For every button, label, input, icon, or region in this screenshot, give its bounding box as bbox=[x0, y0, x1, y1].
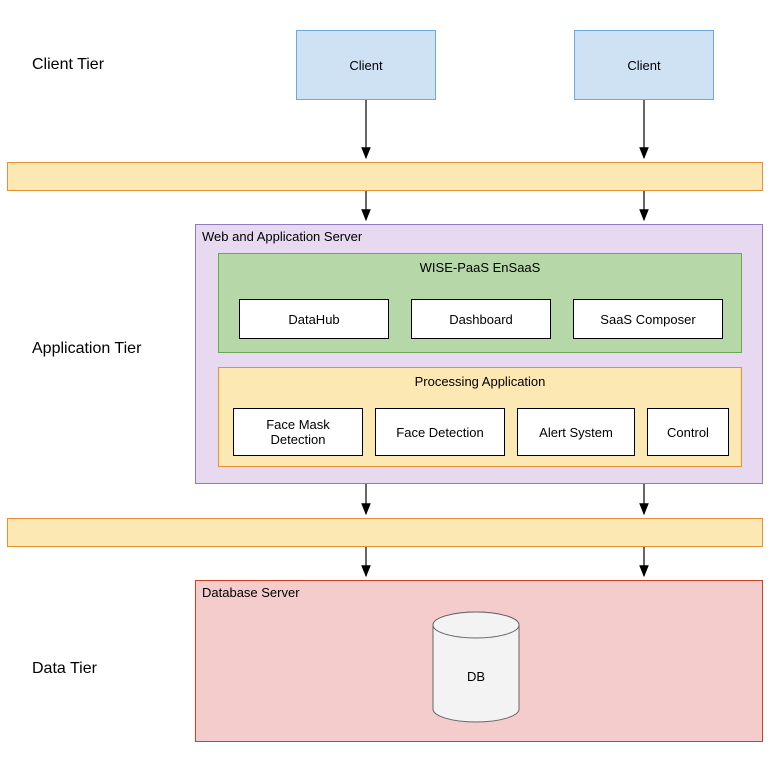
processing-item-alert-label: Alert System bbox=[539, 425, 613, 440]
connector-bar-1 bbox=[7, 162, 763, 191]
database-server-container: Database Server DB bbox=[195, 580, 763, 742]
connector-bar-2 bbox=[7, 518, 763, 547]
tier-label-data: Data Tier bbox=[32, 660, 97, 678]
ensaas-item-dashboard: Dashboard bbox=[411, 299, 551, 339]
processing-container: Processing Application Face Mask Detecti… bbox=[218, 367, 742, 467]
processing-item-face-detection-label: Face Detection bbox=[396, 425, 483, 440]
processing-item-control: Control bbox=[647, 408, 729, 456]
processing-item-alert: Alert System bbox=[517, 408, 635, 456]
processing-title: Processing Application bbox=[219, 374, 741, 389]
tier-label-client: Client Tier bbox=[32, 56, 104, 74]
processing-item-face-mask: Face Mask Detection bbox=[233, 408, 363, 456]
web-app-server-container: Web and Application Server WISE-PaaS EnS… bbox=[195, 224, 763, 484]
client-box-1: Client bbox=[296, 30, 436, 100]
client-box-1-label: Client bbox=[349, 58, 382, 73]
ensaas-item-datahub-label: DataHub bbox=[288, 312, 339, 327]
web-app-server-title: Web and Application Server bbox=[202, 229, 362, 244]
processing-item-control-label: Control bbox=[667, 425, 709, 440]
db-label: DB bbox=[431, 669, 521, 684]
ensaas-item-saas-composer-label: SaaS Composer bbox=[600, 312, 695, 327]
diagram-canvas: Client Tier Application Tier Data Tier C… bbox=[0, 0, 773, 761]
processing-item-face-mask-label: Face Mask Detection bbox=[238, 417, 358, 447]
client-box-2-label: Client bbox=[627, 58, 660, 73]
tier-label-application: Application Tier bbox=[32, 340, 141, 358]
db-cylinder: DB bbox=[431, 611, 521, 723]
ensaas-title: WISE-PaaS EnSaaS bbox=[219, 260, 741, 275]
ensaas-item-dashboard-label: Dashboard bbox=[449, 312, 513, 327]
ensaas-item-datahub: DataHub bbox=[239, 299, 389, 339]
processing-item-face-detection: Face Detection bbox=[375, 408, 505, 456]
ensaas-container: WISE-PaaS EnSaaS DataHub Dashboard SaaS … bbox=[218, 253, 742, 353]
ensaas-item-saas-composer: SaaS Composer bbox=[573, 299, 723, 339]
database-server-title: Database Server bbox=[202, 585, 300, 600]
client-box-2: Client bbox=[574, 30, 714, 100]
